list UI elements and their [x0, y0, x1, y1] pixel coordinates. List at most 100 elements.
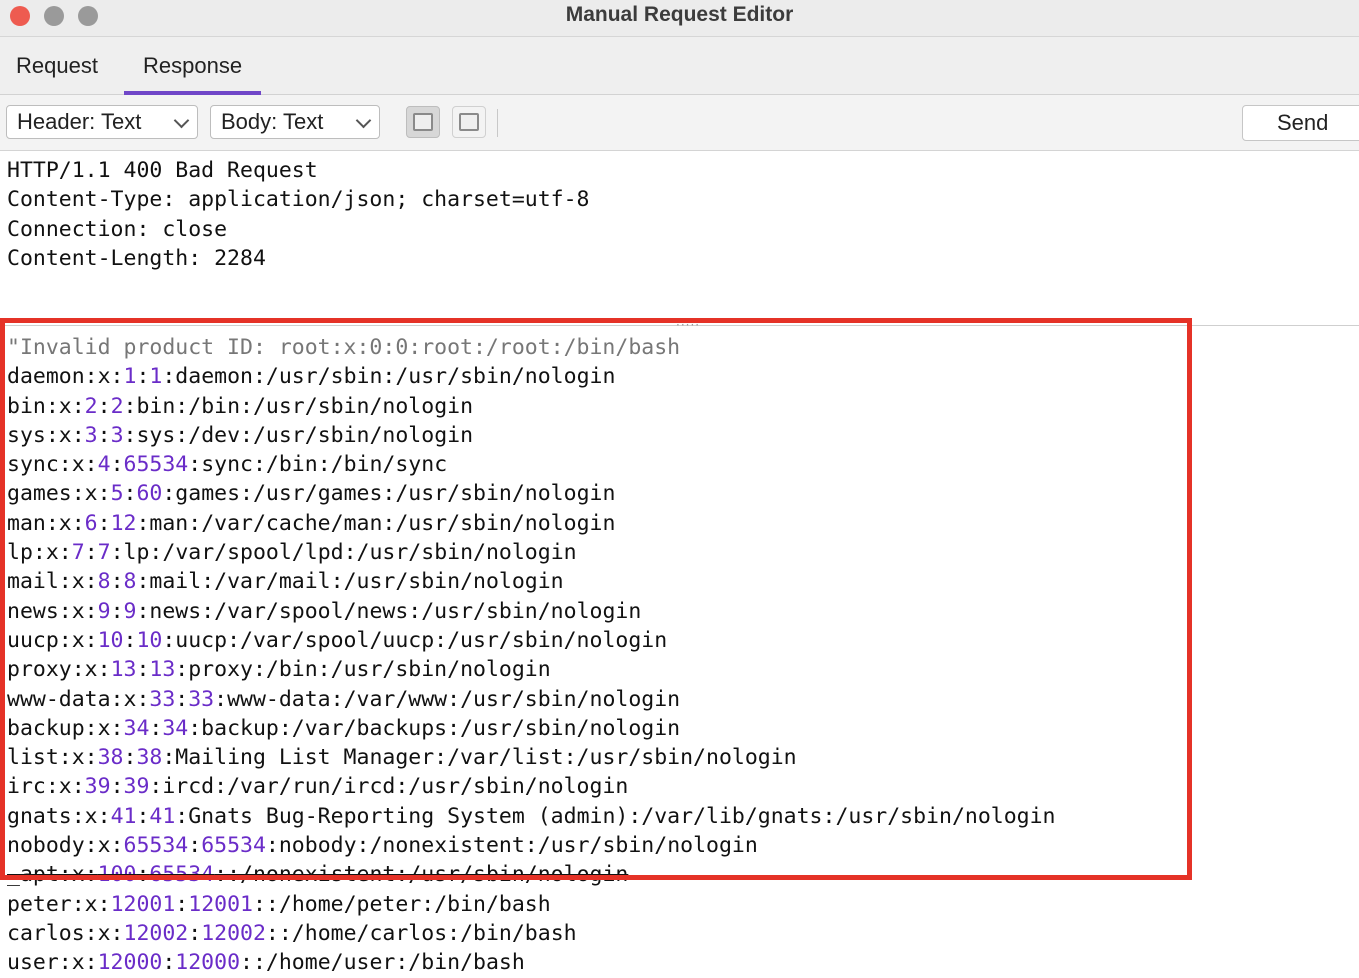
send-button[interactable]: Send [1242, 105, 1359, 141]
id-number: 2 [110, 393, 124, 419]
chevron-down-icon [355, 112, 372, 129]
tab-response[interactable]: Response [124, 53, 262, 95]
text-segment: : [136, 862, 150, 888]
text-segment: : [123, 481, 137, 507]
split-view-button[interactable] [452, 106, 486, 138]
body-line: peter:x:12001:12001::/home/peter:/bin/ba… [7, 890, 1056, 919]
text-segment: :man:/var/cache/man:/usr/sbin/nologin [136, 510, 616, 536]
text-segment: :backup:/var/backups:/usr/sbin/nologin [188, 715, 681, 741]
text-segment: :Gnats Bug-Reporting System (admin):/var… [175, 803, 1056, 829]
text-segment: :lp:/var/spool/lpd:/usr/sbin/nologin [110, 540, 577, 566]
text-segment: :games:/usr/games:/usr/sbin/nologin [162, 481, 616, 507]
id-number: 5 [110, 481, 124, 507]
id-number: 6 [84, 510, 98, 536]
text-segment: :mail:/var/mail:/usr/sbin/nologin [136, 569, 564, 595]
body-line: daemon:x:1:1:daemon:/usr/sbin:/usr/sbin/… [7, 362, 1056, 391]
id-number: 10 [136, 627, 163, 653]
id-number: 7 [97, 540, 111, 566]
text-segment: :Mailing List Manager:/var/list:/usr/sbi… [162, 745, 797, 771]
text-segment: man:x: [7, 510, 85, 536]
id-number: 13 [110, 657, 137, 683]
body-line: mail:x:8:8:mail:/var/mail:/usr/sbin/nolo… [7, 567, 1056, 596]
id-number: 12000 [175, 950, 241, 976]
body-line: news:x:9:9:news:/var/spool/news:/usr/sbi… [7, 597, 1056, 626]
text-segment: sys:x: [7, 422, 85, 448]
text-segment: : [97, 422, 111, 448]
text-segment: :bin:/bin:/usr/sbin/nologin [123, 393, 474, 419]
id-number: 8 [97, 569, 111, 595]
body-line: list:x:38:38:Mailing List Manager:/var/l… [7, 743, 1056, 772]
text-segment: : [110, 452, 124, 478]
text-segment: www-data:x: [7, 686, 150, 712]
header-line: Content-Type: application/json; charset=… [7, 187, 590, 213]
body-line: irc:x:39:39:ircd:/var/run/ircd:/usr/sbin… [7, 772, 1056, 801]
body-line: "Invalid product ID: root:x:0:0:root:/ro… [7, 335, 681, 360]
text-segment: :uucp:/var/spool/uucp:/usr/sbin/nologin [162, 627, 668, 653]
text-segment: daemon:x: [7, 364, 124, 390]
header-format-select[interactable]: Header: Text [6, 105, 198, 139]
id-number: 4 [97, 452, 111, 478]
text-segment: proxy:x: [7, 657, 111, 683]
body-line: lp:x:7:7:lp:/var/spool/lpd:/usr/sbin/nol… [7, 538, 1056, 567]
body-line: _apt:x:100:65534::/nonexistent:/usr/sbin… [7, 860, 1056, 889]
drag-handle-icon[interactable]: ····· [676, 318, 700, 332]
body-format-select[interactable]: Body: Text [210, 105, 380, 139]
body-line: nobody:x:65534:65534:nobody:/nonexistent… [7, 831, 1056, 860]
text-segment: : [149, 715, 163, 741]
text-segment: :proxy:/bin:/usr/sbin/nologin [175, 657, 551, 683]
header-line: HTTP/1.1 400 Bad Request [7, 158, 318, 183]
id-number: 38 [136, 745, 163, 771]
response-headers[interactable]: HTTP/1.1 400 Bad Request Content-Type: ap… [7, 156, 589, 273]
text-segment: : [97, 393, 111, 419]
id-number: 1 [149, 364, 163, 390]
text-segment: carlos:x: [7, 920, 124, 946]
id-number: 9 [97, 598, 111, 624]
text-segment: :daemon:/usr/sbin:/usr/sbin/nologin [162, 364, 616, 390]
id-number: 33 [149, 686, 176, 712]
id-number: 65534 [201, 833, 266, 859]
id-number: 33 [188, 686, 215, 712]
text-segment: ::/home/carlos:/bin/bash [265, 920, 577, 946]
body-line: carlos:x:12002:12002::/home/carlos:/bin/… [7, 919, 1056, 948]
tab-bar: Request Response [0, 37, 1359, 95]
text-segment: :sync:/bin:/bin/sync [188, 452, 448, 478]
tab-request[interactable]: Request [16, 53, 98, 91]
header-line: Content-Length: 2284 [7, 245, 266, 271]
id-number: 60 [136, 481, 163, 507]
id-number: 65534 [149, 862, 215, 888]
response-body[interactable]: "Invalid product ID: root:x:0:0:root:/ro… [7, 333, 1056, 978]
id-number: 100 [97, 862, 137, 888]
text-segment: :sys:/dev:/usr/sbin/nologin [123, 422, 474, 448]
toolbar: Header: Text Body: Text Send [0, 95, 1359, 151]
body-line: gnats:x:41:41:Gnats Bug-Reporting System… [7, 802, 1056, 831]
id-number: 8 [123, 569, 137, 595]
text-segment: news:x: [7, 598, 98, 624]
chevron-down-icon [173, 112, 190, 129]
id-number: 34 [123, 715, 150, 741]
text-segment: ::/nonexistent:/usr/sbin/nologin [214, 862, 629, 888]
text-segment: :www-data:/var/www:/usr/sbin/nologin [214, 686, 681, 712]
id-number: 41 [149, 803, 176, 829]
text-segment: sync:x: [7, 452, 98, 478]
text-segment: : [136, 803, 150, 829]
text-segment: games:x: [7, 481, 111, 507]
header-format-select-value: Header: Text [17, 109, 142, 134]
body-line: games:x:5:60:games:/usr/games:/usr/sbin/… [7, 479, 1056, 508]
text-segment: ::/home/peter:/bin/bash [252, 891, 551, 917]
text-segment: :ircd:/var/run/ircd:/usr/sbin/nologin [149, 774, 629, 800]
body-line: sys:x:3:3:sys:/dev:/usr/sbin/nologin [7, 421, 1056, 450]
text-segment: : [110, 774, 124, 800]
id-number: 38 [97, 745, 124, 771]
single-pane-icon [413, 113, 433, 131]
text-segment: user:x: [7, 950, 98, 976]
id-number: 2 [84, 393, 98, 419]
id-number: 12002 [123, 920, 189, 946]
id-number: 12001 [110, 891, 176, 917]
body-line: man:x:6:12:man:/var/cache/man:/usr/sbin/… [7, 509, 1056, 538]
combined-view-button[interactable] [406, 106, 440, 138]
text-segment: : [188, 833, 202, 859]
text-segment: ::/home/user:/bin/bash [240, 950, 525, 976]
id-number: 3 [84, 422, 98, 448]
text-segment: lp:x: [7, 540, 72, 566]
body-line: sync:x:4:65534:sync:/bin:/bin/sync [7, 450, 1056, 479]
